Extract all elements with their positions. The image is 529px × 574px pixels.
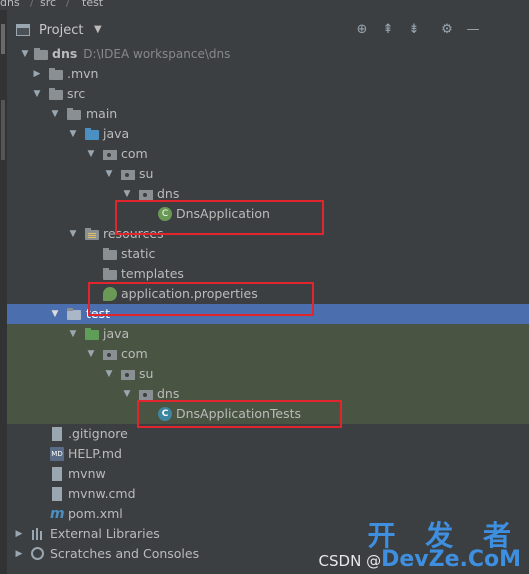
breadcrumb-item-test[interactable]: test xyxy=(82,0,103,8)
tree-label: Scratches and Consoles xyxy=(50,546,200,561)
minimize-icon[interactable]: — xyxy=(465,22,481,38)
chevron-down-icon[interactable]: ▼ xyxy=(103,364,115,384)
markdown-file-icon: MD xyxy=(50,447,64,461)
tree-row-mvn[interactable]: ▶ .mvn xyxy=(7,64,529,84)
root-module-name: dns xyxy=(52,46,78,61)
tool-window-strip[interactable] xyxy=(0,10,7,574)
tree-label: su xyxy=(139,366,154,381)
tree-row-main-su[interactable]: ▼ su xyxy=(7,164,529,184)
tree-label: su xyxy=(139,166,154,181)
package-icon xyxy=(121,170,135,180)
chevron-right-icon[interactable]: ▶ xyxy=(31,64,43,84)
expand-all-icon[interactable]: ⇞ xyxy=(380,22,396,38)
structure-tool-tab[interactable] xyxy=(1,100,5,160)
breadcrumb-item-dns[interactable]: dns xyxy=(0,0,20,8)
project-toolbar: Project ▼ ⊕ ⇞ ⇟ ⚙ — xyxy=(7,18,529,44)
folder-icon xyxy=(67,108,81,120)
chevron-down-icon[interactable]: ▼ xyxy=(94,24,102,35)
package-icon xyxy=(121,370,135,380)
library-icon xyxy=(31,527,45,541)
tree-row-test-com[interactable]: ▼ com xyxy=(7,344,529,364)
chevron-down-icon[interactable]: ▼ xyxy=(103,164,115,184)
maven-icon: m xyxy=(50,506,65,522)
highlight-box-dns-application xyxy=(115,200,324,235)
chevron-right-icon[interactable]: ▶ xyxy=(13,524,25,544)
watermark: 开 发 者 CSDN @DevZe.CoM xyxy=(318,521,521,572)
folder-icon xyxy=(103,268,117,280)
source-folder-icon xyxy=(85,128,99,140)
tree-row-main-java[interactable]: ▼ java xyxy=(7,124,529,144)
test-source-folder-icon xyxy=(85,328,99,340)
package-icon xyxy=(103,350,117,360)
watermark-source: CSDN @ xyxy=(318,552,382,570)
chevron-down-icon[interactable]: ▼ xyxy=(121,384,133,404)
tree-row-mvnw[interactable]: mvnw xyxy=(7,464,529,484)
project-icon xyxy=(16,24,30,36)
tree-row-test-java[interactable]: ▼ java xyxy=(7,324,529,344)
gear-icon[interactable]: ⚙ xyxy=(439,22,455,38)
tree-label: com xyxy=(121,346,148,361)
project-view-title[interactable]: Project xyxy=(39,23,83,38)
chevron-right-icon[interactable]: ▶ xyxy=(13,544,25,564)
folder-icon xyxy=(49,88,63,100)
root-module-path: D:\IDEA workspance\dns xyxy=(83,47,231,61)
breadcrumb-item-src[interactable]: src xyxy=(40,0,56,8)
collapse-all-icon[interactable]: ⇟ xyxy=(406,22,422,38)
chevron-down-icon[interactable]: ▼ xyxy=(67,224,79,244)
package-icon xyxy=(139,190,153,200)
tree-row-main[interactable]: ▼ main xyxy=(7,104,529,124)
breadcrumb-separator: / xyxy=(30,0,34,9)
chevron-down-icon[interactable]: ▼ xyxy=(49,304,61,324)
tree-label: static xyxy=(121,246,156,261)
folder-icon xyxy=(49,68,63,80)
tree-row-static[interactable]: static xyxy=(7,244,529,264)
tree-label: .gitignore xyxy=(68,426,128,441)
tree-label: com xyxy=(121,146,148,161)
package-icon xyxy=(139,390,153,400)
breadcrumb: dns / src / test xyxy=(0,0,529,10)
tree-label: mvnw xyxy=(68,466,106,481)
package-icon xyxy=(103,150,117,160)
tree-label: java xyxy=(103,326,130,341)
breadcrumb-separator: / xyxy=(66,0,70,9)
folder-icon xyxy=(103,248,117,260)
file-icon xyxy=(52,467,62,481)
chevron-down-icon[interactable]: ▼ xyxy=(85,144,97,164)
tree-label: pom.xml xyxy=(68,506,123,521)
highlight-box-application-properties xyxy=(88,282,314,316)
tree-row-src[interactable]: ▼ src xyxy=(7,84,529,104)
tree-row-help-md[interactable]: MD HELP.md xyxy=(7,444,529,464)
tree-label: templates xyxy=(121,266,184,281)
tree-row-mvnw-cmd[interactable]: mvnw.cmd xyxy=(7,484,529,504)
test-folder-icon xyxy=(67,308,81,320)
chevron-down-icon[interactable]: ▼ xyxy=(67,124,79,144)
resources-folder-icon xyxy=(85,228,99,240)
chevron-down-icon[interactable]: ▼ xyxy=(67,324,79,344)
project-tool-tab[interactable] xyxy=(1,24,5,54)
file-icon xyxy=(52,487,62,501)
tree-row-templates[interactable]: templates xyxy=(7,264,529,284)
tree-label: External Libraries xyxy=(50,526,160,541)
highlight-box-dns-application-tests xyxy=(137,400,342,428)
tree-label: src xyxy=(67,86,86,101)
tree-label: main xyxy=(86,106,118,121)
tree-row-main-com[interactable]: ▼ com xyxy=(7,144,529,164)
chevron-down-icon[interactable]: ▼ xyxy=(85,344,97,364)
tree-row-root[interactable]: ▼ dns D:\IDEA workspance\dns xyxy=(7,44,529,64)
crosshair-icon[interactable]: ⊕ xyxy=(354,22,370,38)
chevron-down-icon[interactable]: ▼ xyxy=(19,44,31,64)
chevron-down-icon[interactable]: ▼ xyxy=(49,104,61,124)
tree-label: java xyxy=(103,126,130,141)
tree-label: HELP.md xyxy=(68,446,122,461)
file-icon xyxy=(52,427,62,441)
module-folder-icon xyxy=(34,48,48,60)
chevron-down-icon[interactable]: ▼ xyxy=(31,84,43,104)
tree-label: .mvn xyxy=(67,66,99,81)
tree-label: mvnw.cmd xyxy=(68,486,136,501)
scratches-icon xyxy=(31,547,44,560)
watermark-brand: DevZe.CoM xyxy=(381,547,521,572)
tree-row-test-su[interactable]: ▼ su xyxy=(7,364,529,384)
